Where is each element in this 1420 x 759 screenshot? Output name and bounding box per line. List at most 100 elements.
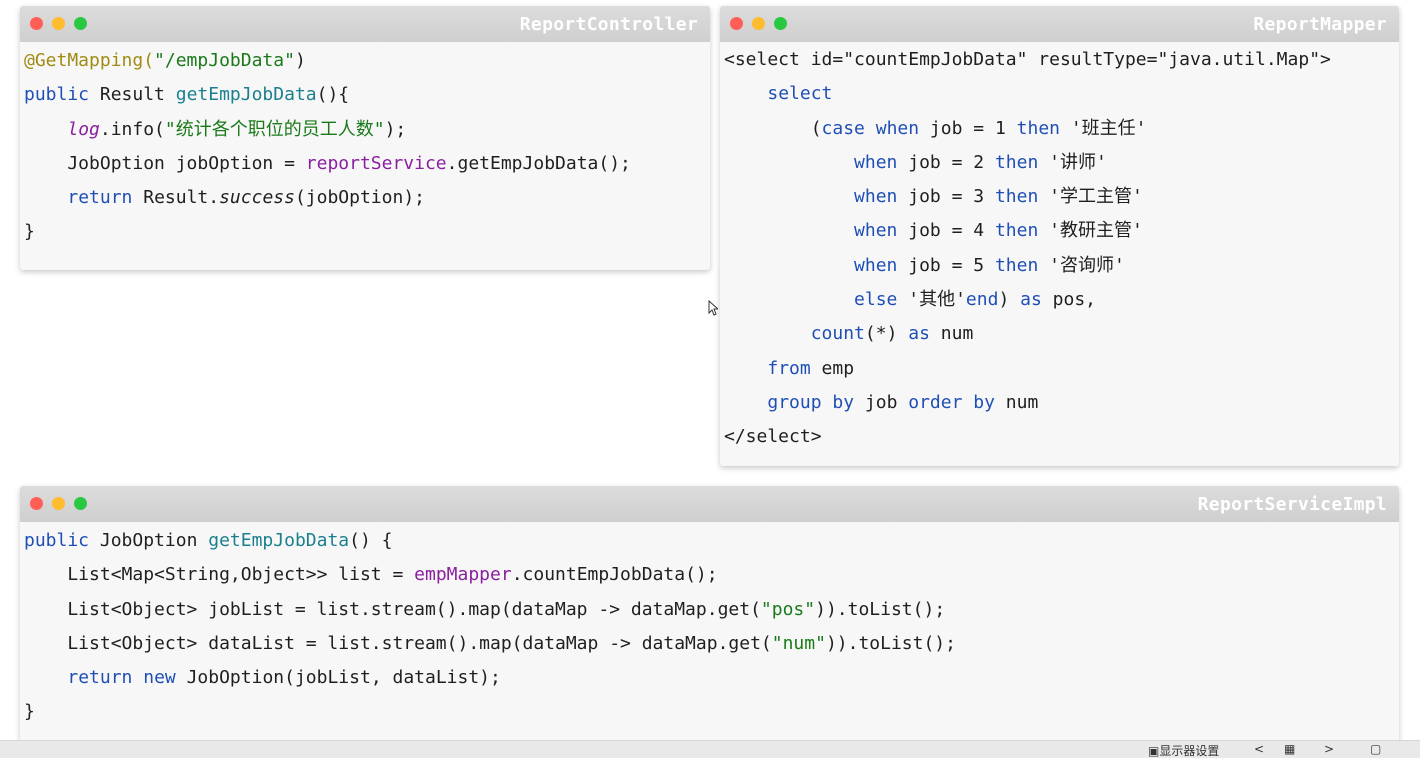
code-token: "num" (771, 632, 826, 654)
code-token: when (854, 151, 898, 173)
code-token: ( (724, 117, 822, 139)
code-token: when (854, 186, 898, 208)
code-line: count(*) as num (724, 317, 1399, 351)
code-token: then (1016, 117, 1060, 139)
code-token: )).toList(); (815, 598, 946, 620)
code-line: return Result.success(jobOption); (24, 181, 710, 215)
prev-button[interactable]: < (1254, 742, 1264, 756)
code-token: job = 4 (897, 220, 995, 242)
code-token: when (854, 220, 898, 242)
code-line: (case when job = 1 then '班主任' (724, 112, 1399, 146)
code-token: () { (349, 530, 393, 551)
code-token: then (994, 151, 1039, 173)
code-token: "/empJobData" (154, 50, 295, 71)
code-line: } (24, 695, 1399, 729)
code-token: job = 1 (919, 117, 1017, 139)
code-line: select (724, 77, 1399, 111)
window-title: ReportMapper (1253, 14, 1387, 35)
code-token: } (24, 221, 35, 243)
code-token: empMapper (414, 564, 512, 586)
code-line: List<Object> dataList = list.stream().ma… (24, 627, 1399, 661)
next-button[interactable]: > (1324, 742, 1334, 756)
code-line: public JobOption getEmpJobData() { (24, 524, 1399, 558)
code-token: </select> (724, 426, 822, 448)
code-token: '学工主管' (1038, 186, 1143, 208)
minimize-dot-icon[interactable] (52, 17, 65, 30)
code-line: return new JobOption(jobList, dataList); (24, 661, 1399, 695)
code-token: end (965, 289, 999, 311)
code-token: getEmpJobData (208, 530, 350, 551)
code-token: return (67, 667, 133, 689)
code-token: .countEmpJobData(); (511, 564, 718, 586)
code-token: '讲师' (1038, 151, 1107, 173)
code-token: order by (908, 391, 995, 413)
code-line: JobOption jobOption = reportService.getE… (24, 147, 710, 181)
display-settings-button[interactable]: ▣显示器设置 (1148, 742, 1219, 759)
code-line: else '其他'end) as pos, (724, 283, 1399, 317)
code-line: </select> (724, 420, 1399, 454)
code-token: <select id="countEmpJobData" resultType=… (724, 49, 1331, 70)
window-icon[interactable]: ▢ (1370, 742, 1381, 756)
code-line: when job = 4 then '教研主管' (724, 214, 1399, 248)
code-line: @GetMapping("/empJobData") (24, 44, 710, 78)
minimize-dot-icon[interactable] (752, 17, 765, 30)
cursor-icon (708, 300, 718, 316)
code-token: job = 5 (897, 254, 995, 276)
close-dot-icon[interactable] (30, 497, 43, 510)
code-token: else (854, 289, 898, 311)
code-token: @GetMapping( (24, 50, 155, 71)
code-token: pos, (1041, 289, 1096, 311)
code-token: .info( (99, 118, 165, 140)
code-token: "pos" (760, 598, 816, 620)
maximize-dot-icon[interactable] (774, 17, 787, 30)
code-token: num (929, 323, 974, 345)
code-token: (*) (864, 323, 909, 345)
code-token: List<Map<String,Object>> list = (24, 564, 415, 586)
code-token: then (994, 220, 1039, 242)
code-token: emp (810, 357, 855, 379)
code-token: new (143, 667, 176, 689)
code-token: getEmpJobData (175, 84, 317, 106)
code-line: when job = 3 then '学工主管' (724, 180, 1399, 214)
code-token: log (67, 118, 100, 140)
display-icon: ▣ (1148, 744, 1160, 758)
maximize-dot-icon[interactable] (74, 17, 87, 30)
code-token: then (994, 186, 1039, 208)
code-token: success (219, 187, 295, 209)
code-token: public (24, 84, 90, 106)
window-title: ReportServiceImpl (1197, 494, 1387, 515)
code-token: from (767, 357, 811, 379)
code-token: count (810, 323, 865, 345)
code-token: job (854, 391, 909, 413)
code-token: Result (89, 84, 176, 106)
code-token: ); (384, 118, 407, 140)
minimize-dot-icon[interactable] (52, 497, 65, 510)
code-token: job = 3 (897, 186, 995, 208)
code-token: select (767, 83, 833, 105)
code-token: '其他' (897, 289, 966, 311)
close-dot-icon[interactable] (730, 17, 743, 30)
grid-icon[interactable]: ▦ (1284, 742, 1295, 756)
code-line: List<Map<String,Object>> list = empMappe… (24, 558, 1399, 592)
code-token: "统计各个职位的员工人数" (164, 118, 385, 140)
taskbar: ▣显示器设置 < ▦ > ▢ (0, 740, 1420, 758)
window-title: ReportController (519, 14, 698, 35)
code-token: public (24, 530, 90, 551)
maximize-dot-icon[interactable] (74, 497, 87, 510)
code-line: from emp (724, 352, 1399, 386)
code-token: as (1020, 289, 1042, 311)
code-line: } (24, 215, 710, 249)
close-dot-icon[interactable] (30, 17, 43, 30)
title-bar: ReportMapper (720, 6, 1399, 42)
code-token: '咨询师' (1038, 254, 1125, 276)
